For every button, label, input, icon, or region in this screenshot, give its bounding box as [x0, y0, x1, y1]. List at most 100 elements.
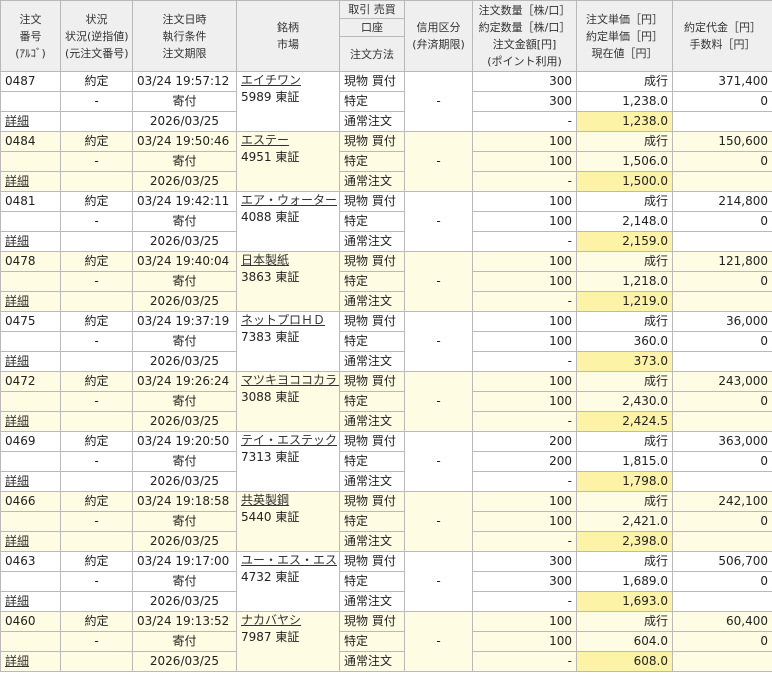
order-expiry: 2026/03/25 — [132, 411, 237, 432]
detail-link[interactable]: 詳細 — [5, 654, 29, 668]
header-order-no: 注文 番号 (ｱﾙｺﾞ) — [0, 0, 61, 72]
margin-type: - — [404, 251, 473, 312]
order-method: 通常注文 — [339, 531, 405, 552]
order-qty: 100 — [472, 131, 577, 152]
fill-qty: 100 — [472, 211, 577, 232]
detail-link[interactable]: 詳細 — [5, 114, 29, 128]
order-qty: 100 — [472, 371, 577, 392]
order-price: 成行 — [576, 551, 673, 572]
order-amount: - — [472, 651, 577, 672]
trade-type: 現物 買付 — [339, 71, 405, 92]
order-status: 約定 — [60, 611, 133, 632]
empty-cell — [60, 471, 133, 492]
order-status: 約定 — [60, 191, 133, 212]
fee: 0 — [672, 631, 772, 652]
fee: 0 — [672, 571, 772, 592]
order-method: 通常注文 — [339, 111, 405, 132]
status-sub: - — [60, 571, 133, 592]
order-number: 0487 — [0, 71, 61, 92]
empty-cell — [672, 651, 772, 672]
empty-cell — [0, 211, 61, 232]
order-time: 03/24 19:17:00 — [132, 551, 237, 572]
fill-qty: 100 — [472, 391, 577, 412]
fill-price: 1,815.0 — [576, 451, 673, 472]
table-row: - 寄付 特定 300 1,238.0 0 — [0, 91, 772, 112]
issue-name-link[interactable]: マツキヨココカラ＆カンパニー — [241, 373, 339, 387]
settle-amount: 60,400 — [672, 611, 772, 632]
issue-name-link[interactable]: ネットプロＨＤ — [241, 313, 325, 327]
detail-link[interactable]: 詳細 — [5, 414, 29, 428]
current-price: 373.0 — [576, 351, 673, 372]
issue-name-link[interactable]: エイチワン — [241, 73, 301, 87]
order-time: 03/24 19:57:12 — [132, 71, 237, 92]
detail-link[interactable]: 詳細 — [5, 354, 29, 368]
header-margin: 信用区分 (弁済期限) — [404, 0, 473, 72]
exec-condition: 寄付 — [132, 331, 237, 352]
order-expiry: 2026/03/25 — [132, 111, 237, 132]
settle-amount: 363,000 — [672, 431, 772, 452]
empty-cell — [60, 651, 133, 672]
current-price: 1,798.0 — [576, 471, 673, 492]
issue-name-link[interactable]: エステー — [241, 133, 289, 147]
detail-link[interactable]: 詳細 — [5, 594, 29, 608]
empty-cell — [60, 231, 133, 252]
order-status: 約定 — [60, 131, 133, 152]
issue-name-link[interactable]: ナカバヤシ — [241, 613, 301, 627]
status-sub: - — [60, 631, 133, 652]
fee: 0 — [672, 391, 772, 412]
order-price: 成行 — [576, 611, 673, 632]
issue-name-link[interactable]: 共英製鋼 — [241, 493, 289, 507]
issue-name-link[interactable]: 日本製紙 — [241, 253, 289, 267]
table-row: 0487 約定 03/24 19:57:12 エイチワン 5989 東証 現物 買… — [0, 71, 772, 132]
current-price: 1,500.0 — [576, 171, 673, 192]
issue-cell: マツキヨココカラ＆カンパニー 3088 東証 — [236, 371, 340, 432]
settle-amount: 506,700 — [672, 551, 772, 572]
issue-name-link[interactable]: ユー・エス・エス — [241, 553, 337, 567]
current-price: 1,238.0 — [576, 111, 673, 132]
settle-amount: 150,600 — [672, 131, 772, 152]
order-expiry: 2026/03/25 — [132, 651, 237, 672]
order-number: 0472 — [0, 371, 61, 392]
detail-link[interactable]: 詳細 — [5, 294, 29, 308]
settle-amount: 243,000 — [672, 371, 772, 392]
header-status: 状況 状況(逆指値) (元注文番号) — [60, 0, 133, 72]
issue-name-link[interactable]: エア・ウォーター — [241, 193, 337, 207]
margin-type: - — [404, 551, 473, 612]
fill-price: 1,689.0 — [576, 571, 673, 592]
current-price: 1,219.0 — [576, 291, 673, 312]
table-row: 詳細 2026/03/25 通常注文 - 608.0 — [0, 651, 772, 672]
table-row: 詳細 2026/03/25 通常注文 - 1,219.0 — [0, 291, 772, 312]
status-sub: - — [60, 331, 133, 352]
settle-amount: 214,800 — [672, 191, 772, 212]
detail-link[interactable]: 詳細 — [5, 234, 29, 248]
empty-cell — [672, 231, 772, 252]
margin-type: - — [404, 191, 473, 252]
order-expiry: 2026/03/25 — [132, 471, 237, 492]
header-qty: 注文数量［株/口］ 約定数量［株/口］ 注文金額[円] (ポイント利用) — [472, 0, 577, 72]
empty-cell — [672, 351, 772, 372]
table-row: 0466 約定 03/24 19:18:58 共英製鋼 5440 東証 現物 買付… — [0, 491, 772, 552]
detail-link[interactable]: 詳細 — [5, 174, 29, 188]
empty-cell — [672, 591, 772, 612]
table-row: 詳細 2026/03/25 通常注文 - 2,424.5 — [0, 411, 772, 432]
empty-cell — [672, 291, 772, 312]
fee: 0 — [672, 271, 772, 292]
empty-cell — [60, 351, 133, 372]
trade-type: 現物 買付 — [339, 491, 405, 512]
empty-cell — [0, 571, 61, 592]
table-row: 詳細 2026/03/25 通常注文 - 1,500.0 — [0, 171, 772, 192]
issue-name-link[interactable]: テイ・エステック — [241, 433, 337, 447]
empty-cell — [0, 391, 61, 412]
status-sub: - — [60, 211, 133, 232]
empty-cell — [672, 531, 772, 552]
order-time: 03/24 19:13:52 — [132, 611, 237, 632]
fill-qty: 100 — [472, 631, 577, 652]
detail-link[interactable]: 詳細 — [5, 474, 29, 488]
trade-type: 現物 買付 — [339, 431, 405, 452]
detail-link[interactable]: 詳細 — [5, 534, 29, 548]
order-price: 成行 — [576, 131, 673, 152]
fill-qty: 300 — [472, 571, 577, 592]
order-price: 成行 — [576, 251, 673, 272]
order-amount: - — [472, 531, 577, 552]
order-time: 03/24 19:18:58 — [132, 491, 237, 512]
